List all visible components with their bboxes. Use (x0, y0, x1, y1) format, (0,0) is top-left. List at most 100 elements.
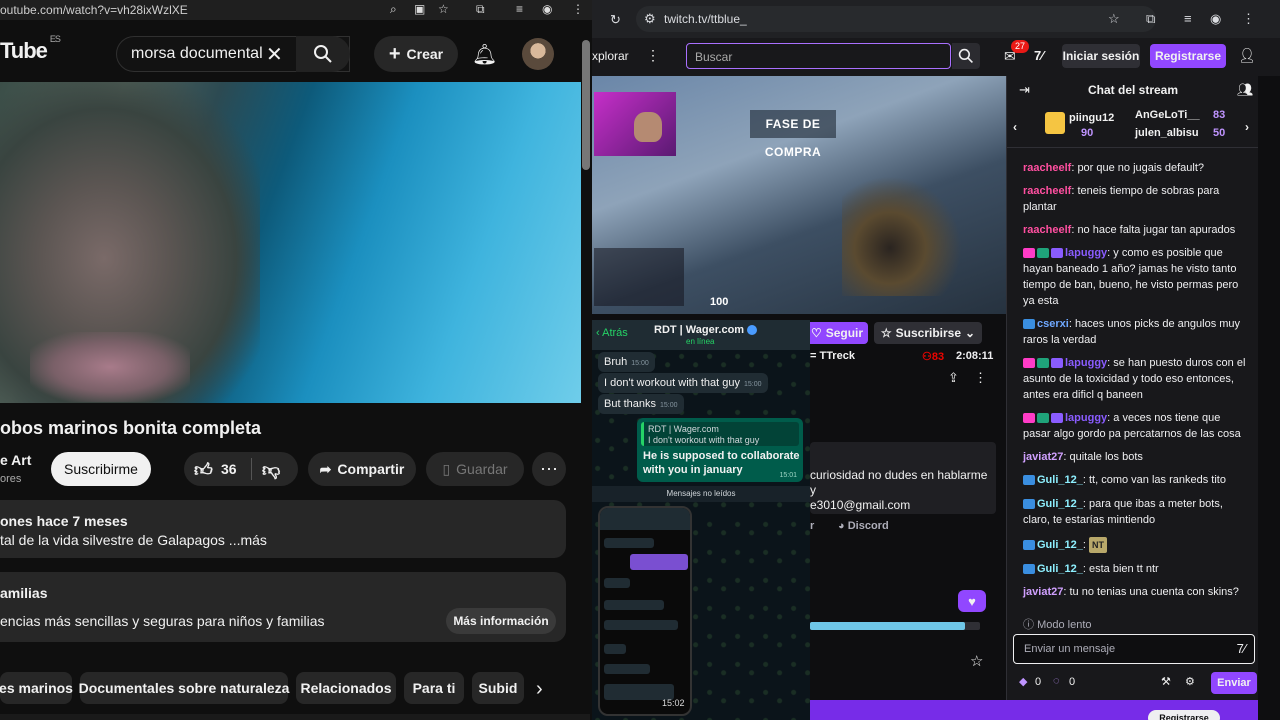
social-links: r ◕ Discord (810, 520, 889, 532)
create-button[interactable]: + Crear (374, 36, 458, 72)
zoom-icon[interactable]: ⌕ (390, 2, 397, 17)
quoted-message[interactable]: RDT | Wager.com I don't workout with that… (641, 422, 799, 446)
plus-icon: + (388, 42, 401, 65)
leader-name[interactable]: julen_albisu (1135, 127, 1199, 139)
extensions-icon[interactable]: ⧉ (1146, 11, 1155, 27)
like-icon[interactable]: 👍︎ (194, 459, 213, 481)
profile-icon[interactable]: ◉ (542, 2, 552, 16)
collapse-chat-icon[interactable]: ⇥ (1019, 82, 1030, 98)
subscribe-button[interactable]: ☆ Suscribirse ⌄ (874, 322, 982, 344)
profile-icon[interactable]: ◉ (1210, 11, 1221, 27)
site-info-icon[interactable]: ⚙ (644, 11, 656, 27)
chat-username[interactable]: lapuggy (1065, 357, 1107, 369)
slow-mode-label: Modo lento (1037, 619, 1092, 631)
page-scrollbar[interactable] (582, 40, 590, 170)
bookmark-star-icon[interactable]: ☆ (438, 2, 449, 16)
favorite-star-icon[interactable]: ☆ (970, 652, 983, 670)
share-icon[interactable]: ⇪ (948, 370, 959, 386)
chat-username[interactable]: Guli_12_ (1037, 539, 1083, 551)
emote-picker-icon[interactable]: 7⁄ (1237, 641, 1246, 656)
create-label: Crear (406, 46, 444, 62)
more-actions-button[interactable]: ⋯ (532, 452, 566, 486)
incoming-message: But thanks 15:00 (598, 394, 684, 414)
back-button[interactable]: ‹ Atrás (596, 327, 628, 339)
chat-message: cserxi: haces unos picks de angulos muy … (1023, 318, 1241, 346)
cast-icon[interactable]: ▣ (414, 2, 425, 16)
chip[interactable]: Subid (472, 672, 524, 704)
chat-username[interactable]: lapuggy (1065, 247, 1107, 259)
chat-username[interactable]: lapuggy (1065, 412, 1107, 424)
quoted-text: I don't workout with that guy (648, 435, 760, 445)
streamer-face (634, 112, 662, 142)
moderation-icon[interactable]: ⚒ (1161, 675, 1171, 688)
youtube-video-player[interactable] (0, 82, 581, 403)
search-input[interactable]: Buscar (686, 43, 951, 69)
chevron-right-icon[interactable]: › (536, 678, 543, 701)
social-link-partial[interactable]: r (810, 520, 814, 532)
video-description[interactable]: ones hace 7 meses tal de la vida silvest… (0, 500, 566, 558)
leader-name[interactable]: AnGeLoTi__ (1135, 109, 1200, 121)
subscribe-button[interactable]: Suscribirme (51, 452, 151, 486)
stream-chat: Chat del stream ⇥ 👥︎ ‹ piingu12 90 AnGeL… (1006, 76, 1259, 700)
more-menu-icon[interactable]: ⋮ (646, 47, 660, 64)
login-button[interactable]: Iniciar sesión (1062, 44, 1140, 68)
chat-username[interactable]: Guli_12_ (1037, 563, 1083, 575)
follow-button[interactable]: ♡ Seguir (806, 322, 868, 344)
notifications-bell-icon[interactable]: 🔔︎ (472, 42, 497, 67)
clear-search-icon[interactable]: ✕ (266, 42, 283, 67)
explore-link[interactable]: xplorar (592, 49, 629, 63)
browser-menu-icon[interactable]: ⋮ (572, 2, 584, 16)
phone-screenshot-time: 15:02 (662, 698, 685, 708)
chat-username[interactable]: raacheelf (1023, 185, 1071, 197)
chevron-left-icon[interactable]: ‹ (1013, 120, 1017, 134)
channel-name[interactable]: e Art (0, 452, 31, 468)
chat-users-icon[interactable]: 👥︎ (1237, 82, 1254, 98)
chat-username[interactable]: Guli_12_ (1037, 474, 1083, 486)
send-button[interactable]: Enviar (1211, 672, 1257, 694)
chip[interactable]: Para ti (404, 672, 464, 704)
chip[interactable]: Documentales sobre naturaleza (79, 672, 289, 704)
bits-icon[interactable]: ◆ (1019, 675, 1027, 688)
register-button[interactable]: Registrarse (1150, 44, 1226, 68)
chat-input[interactable]: Enviar un mensaje 7⁄ (1013, 634, 1255, 664)
twitch-url[interactable]: twitch.tv/ttblue_ (664, 12, 747, 26)
chat-username[interactable]: raacheelf (1023, 224, 1071, 236)
search-button[interactable] (952, 43, 980, 69)
reload-icon[interactable]: ↻ (610, 12, 621, 28)
prime-icon[interactable]: 7⁄ (1034, 48, 1043, 63)
chat-username[interactable]: javiat27 (1023, 586, 1063, 598)
stream-category[interactable]: = TTreck (810, 350, 855, 362)
contact-name[interactable]: RDT | Wager.com (654, 324, 758, 336)
discord-link[interactable]: ◕ Discord (838, 520, 889, 532)
incoming-message: Bruh 15:00 (598, 352, 655, 372)
extensions-icon[interactable]: ⧉ (476, 2, 485, 17)
chip[interactable]: Relacionados (296, 672, 396, 704)
chip[interactable]: es marinos (0, 672, 73, 704)
bookmark-star-icon[interactable]: ☆ (1108, 11, 1120, 27)
chat-username[interactable]: Guli_12_ (1037, 498, 1083, 510)
youtube-url[interactable]: outube.com/watch?v=vh28ixWzlXE (0, 3, 188, 17)
account-avatar[interactable] (522, 38, 554, 70)
media-icon[interactable]: ≡ (516, 2, 523, 16)
twitch-video-player[interactable]: FASE DE COMPRA 100 (592, 76, 1008, 314)
chat-username[interactable]: javiat27 (1023, 451, 1063, 463)
browser-menu-icon[interactable]: ⋮ (1242, 11, 1255, 27)
chat-username[interactable]: cserxi (1037, 318, 1069, 330)
more-info-button[interactable]: Más información (446, 608, 556, 634)
chevron-right-icon[interactable]: › (1245, 120, 1249, 134)
youtube-logo[interactable]: Tube ES (0, 34, 61, 64)
save-button[interactable]: ▯ Guardar (426, 452, 524, 486)
channel-points-icon[interactable]: ◌ (1053, 675, 1060, 687)
register-banner-button[interactable]: Registrarse (1148, 710, 1220, 720)
chat-settings-gear-icon[interactable]: ⚙ (1185, 675, 1195, 688)
share-button[interactable]: ➦ Compartir (308, 452, 416, 486)
media-icon[interactable]: ≡ (1184, 11, 1192, 26)
leader-name[interactable]: piingu12 (1069, 112, 1114, 124)
chat-username[interactable]: raacheelf (1023, 162, 1071, 174)
search-button[interactable] (296, 36, 350, 72)
youtube-address-bar[interactable]: outube.com/watch?v=vh28ixWzlXE ⌕ ▣ ☆ ⧉ ≡… (0, 0, 592, 20)
dislike-icon[interactable]: 👎︎ (262, 459, 280, 481)
user-icon[interactable]: 👤︎ (1238, 47, 1256, 64)
more-options-icon[interactable]: ⋮ (974, 370, 987, 386)
like-heart-button[interactable]: ♥ (958, 590, 986, 612)
